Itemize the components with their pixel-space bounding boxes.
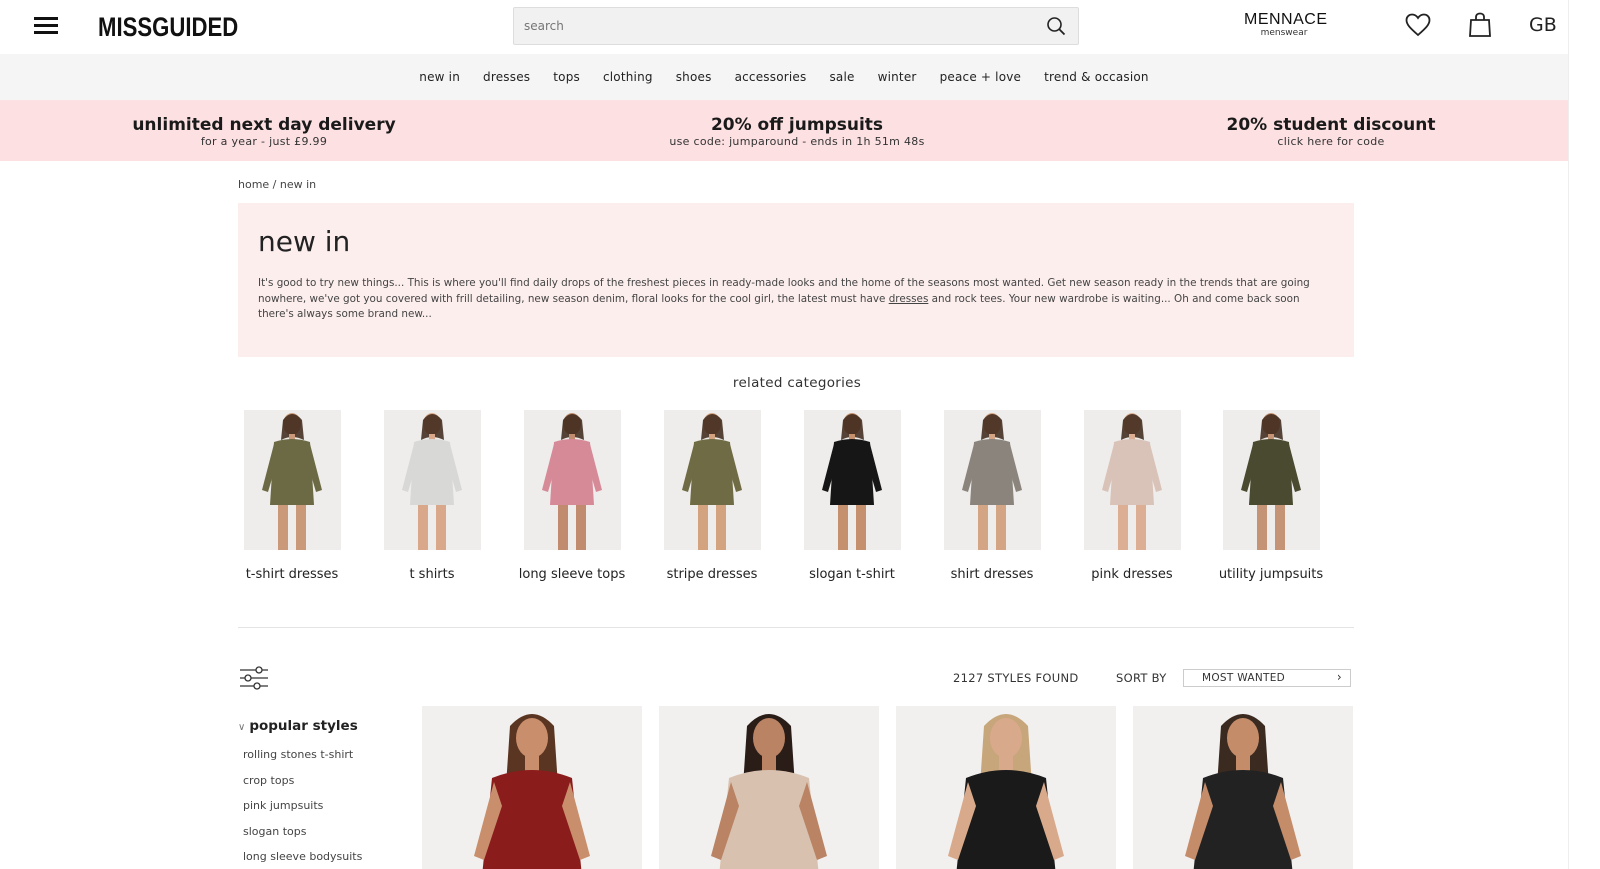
dresses-link[interactable]: dresses <box>889 293 929 305</box>
product-image[interactable] <box>422 706 642 869</box>
promo-jumpsuits[interactable]: 20% off jumpsuits use code: jumparound -… <box>617 115 977 149</box>
mennace-title: MENNACE <box>1244 11 1328 28</box>
category-image[interactable] <box>243 410 341 550</box>
shopping-bag-icon[interactable] <box>1468 12 1492 38</box>
category-card[interactable]: slogan t-shirt <box>792 410 912 585</box>
breadcrumb-current: new in <box>279 178 317 191</box>
main-nav: new in dresses tops clothing shoes accessorie… <box>0 54 1568 100</box>
popular-styles: ∨ popular styles rolling stones t-shirt cr… <box>238 718 362 869</box>
promo-title: 20% off jumpsuits <box>710 115 884 135</box>
promo-subtitle: use code: jumparound - ends in 1h 51m 48… <box>669 135 925 148</box>
category-card[interactable]: pink dresses <box>1072 410 1192 585</box>
category-image[interactable] <box>383 410 481 550</box>
sort-label: SORT BY <box>1116 671 1167 685</box>
category-card[interactable]: long sleeve tops <box>512 410 632 585</box>
logo[interactable]: MISSGUIDED <box>98 12 238 43</box>
popular-style-link[interactable]: crop tops <box>243 774 362 787</box>
popular-style-link[interactable]: long sleeve bodysuits <box>243 850 362 863</box>
nav-item-new-in[interactable]: new in <box>408 70 472 84</box>
nav-item-winter[interactable]: winter <box>866 70 928 84</box>
sort-dropdown[interactable]: MOST WANTED › <box>1183 669 1351 687</box>
product-card[interactable] <box>422 706 642 869</box>
promo-title: unlimited next day delivery <box>132 115 396 135</box>
search-bar[interactable] <box>513 7 1079 45</box>
breadcrumb-separator: / <box>269 178 280 191</box>
category-image[interactable] <box>1222 410 1320 550</box>
category-label[interactable]: pink dresses <box>1072 565 1192 585</box>
popular-styles-header[interactable]: ∨ popular styles <box>238 718 362 734</box>
category-image[interactable] <box>943 410 1041 550</box>
promo-subtitle: click here for code <box>1277 135 1385 148</box>
promo-student[interactable]: 20% student discount click here for code <box>1151 115 1511 149</box>
category-label[interactable]: stripe dresses <box>652 565 772 585</box>
category-card[interactable]: t shirts <box>372 410 492 585</box>
category-image[interactable] <box>523 410 621 550</box>
mennace-subtitle: menswear <box>1260 28 1308 38</box>
category-image[interactable] <box>663 410 761 550</box>
nav-item-clothing[interactable]: clothing <box>591 70 664 84</box>
nav-item-tops[interactable]: tops <box>542 70 592 84</box>
region-selector[interactable]: GB <box>1529 14 1557 36</box>
category-card[interactable]: utility jumpsuits <box>1211 410 1331 585</box>
sort-value: MOST WANTED <box>1202 672 1286 684</box>
popular-style-link[interactable]: pink jumpsuits <box>243 799 362 812</box>
category-label[interactable]: shirt dresses <box>932 565 1052 585</box>
popular-styles-list: rolling stones t-shirt crop tops pink jump… <box>243 748 362 863</box>
promo-delivery[interactable]: unlimited next day delivery for a year -… <box>84 115 444 149</box>
category-label[interactable]: t shirts <box>372 565 492 585</box>
popular-style-link[interactable]: slogan tops <box>243 825 362 838</box>
filter-sliders-icon[interactable] <box>239 665 269 691</box>
nav-item-sale[interactable]: sale <box>818 70 866 84</box>
promo-subtitle: for a year - just £9.99 <box>200 135 328 148</box>
category-card[interactable]: stripe dresses <box>652 410 772 585</box>
category-image[interactable] <box>1083 410 1181 550</box>
nav-item-accessories[interactable]: accessories <box>723 70 818 84</box>
scrollbar[interactable] <box>1568 0 1600 869</box>
product-card[interactable] <box>659 706 879 869</box>
popular-styles-title: popular styles <box>249 718 358 734</box>
styles-count: 2127 STYLES FOUND <box>953 671 1079 685</box>
category-label[interactable]: t-shirt dresses <box>232 565 352 585</box>
breadcrumb: home / new in <box>238 178 316 191</box>
category-description: It's good to try new things... This is w… <box>258 276 1338 323</box>
nav-item-trend-occasion[interactable]: trend & occasion <box>1033 70 1161 84</box>
search-input[interactable] <box>524 16 1024 36</box>
related-categories-title: related categories <box>732 375 862 391</box>
site-header: MISSGUIDED MENNACE menswear GB <box>0 0 1568 54</box>
page-title: new in <box>258 225 351 258</box>
product-image[interactable] <box>896 706 1116 869</box>
product-card[interactable] <box>896 706 1116 869</box>
promo-title: 20% student discount <box>1226 115 1436 135</box>
nav-item-peace-love[interactable]: peace + love <box>928 70 1033 84</box>
nav-item-shoes[interactable]: shoes <box>664 70 723 84</box>
nav-item-dresses[interactable]: dresses <box>472 70 542 84</box>
related-categories: t-shirt dresses t shirts long sleeve tops s… <box>238 410 1354 610</box>
chevron-down-icon: ∨ <box>238 722 246 733</box>
category-label[interactable]: long sleeve tops <box>512 565 632 585</box>
product-card[interactable] <box>1133 706 1353 869</box>
mennace-link[interactable]: MENNACE menswear <box>1244 11 1328 39</box>
wishlist-heart-icon[interactable] <box>1405 13 1431 37</box>
divider <box>238 627 1354 628</box>
breadcrumb-home[interactable]: home <box>238 178 269 191</box>
promo-banner: unlimited next day delivery for a year -… <box>0 100 1568 161</box>
category-card[interactable]: shirt dresses <box>932 410 1052 585</box>
product-image[interactable] <box>659 706 879 869</box>
category-image[interactable] <box>803 410 901 550</box>
popular-style-link[interactable]: rolling stones t-shirt <box>243 748 362 761</box>
product-image[interactable] <box>1133 706 1353 869</box>
category-card[interactable]: t-shirt dresses <box>232 410 352 585</box>
category-intro: new in It's good to try new things... Th… <box>238 203 1354 357</box>
category-label[interactable]: slogan t-shirt <box>792 565 912 585</box>
search-icon[interactable] <box>1046 16 1066 36</box>
menu-icon[interactable] <box>34 17 58 35</box>
chevron-right-icon: › <box>1336 670 1342 684</box>
category-label[interactable]: utility jumpsuits <box>1211 565 1331 585</box>
